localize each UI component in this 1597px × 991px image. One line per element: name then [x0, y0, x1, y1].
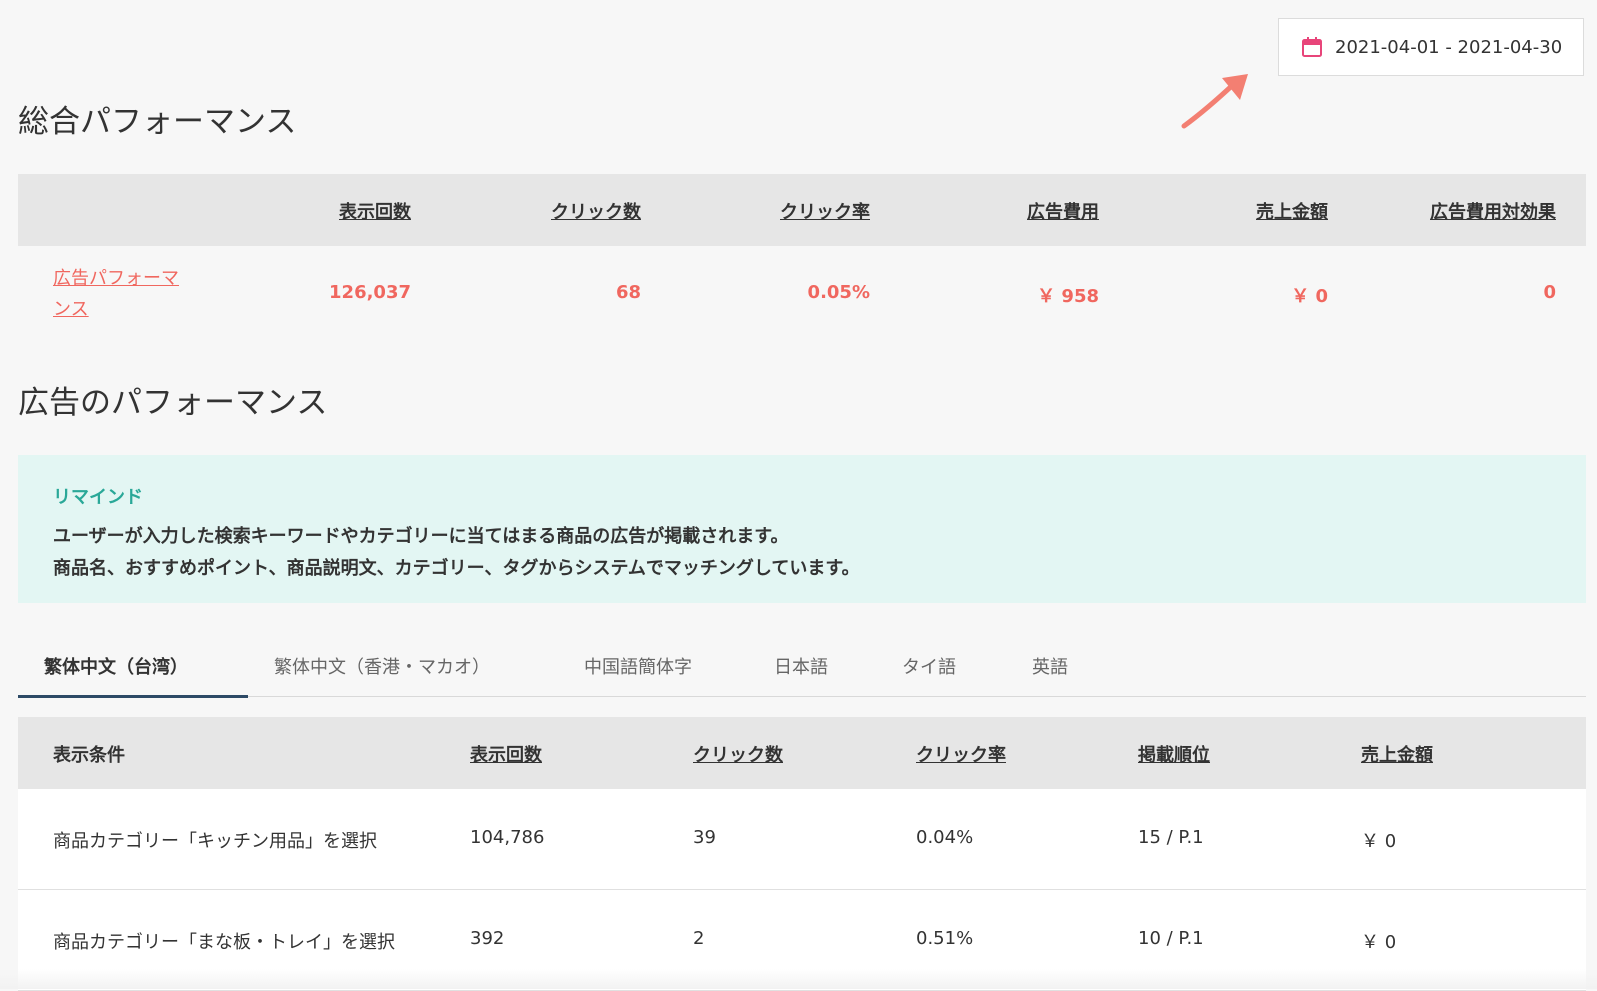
- header-ad-cost[interactable]: 広告費用: [1027, 198, 1099, 224]
- table-row: 商品カテゴリー「キッチン用品」を選択 104,786 39 0.04% 15 /…: [18, 789, 1586, 890]
- cell-sales: ￥ 0: [1361, 831, 1397, 852]
- header-impressions[interactable]: 表示回数: [339, 198, 411, 224]
- header-position[interactable]: 掲載順位: [1138, 741, 1210, 767]
- cell-condition: 商品カテゴリー「キッチン用品」を選択: [53, 831, 377, 852]
- tab-simplified-chinese[interactable]: 中国語簡体字: [584, 653, 692, 679]
- ad-performance-link[interactable]: 広告パフォーマンス: [53, 263, 193, 325]
- header-sales[interactable]: 売上金額: [1361, 741, 1433, 767]
- cell-clicks: 39: [693, 827, 716, 848]
- header-ctr[interactable]: クリック率: [780, 198, 870, 224]
- remind-text-line-1: ユーザーが入力した検索キーワードやカテゴリーに当てはまる商品の広告が掲載されます…: [53, 526, 789, 547]
- tab-traditional-chinese-hk-macau[interactable]: 繁体中文（香港・マカオ）: [274, 653, 490, 679]
- value-clicks: 68: [615, 282, 641, 303]
- calendar-icon: [1302, 37, 1322, 57]
- header-clicks[interactable]: クリック数: [693, 741, 783, 767]
- value-roas: 0: [1543, 282, 1556, 303]
- cell-condition: 商品カテゴリー「まな板・トレイ」を選択: [53, 932, 395, 953]
- cell-impressions: 104,786: [470, 827, 545, 848]
- table-header: 表示条件 表示回数 クリック数 クリック率 掲載順位 売上金額: [18, 717, 1586, 789]
- cell-ctr: 0.04%: [916, 827, 974, 848]
- header-roas[interactable]: 広告費用対効果: [1430, 198, 1556, 224]
- value-ad-cost: ￥ 958: [1037, 286, 1099, 307]
- header-clicks[interactable]: クリック数: [551, 198, 641, 224]
- tab-english[interactable]: 英語: [1032, 653, 1068, 679]
- ad-performance-table: 表示条件 表示回数 クリック数 クリック率 掲載順位 売上金額 商品カテゴリー「…: [18, 717, 1586, 991]
- date-range-text: 2021-04-01 - 2021-04-30: [1335, 36, 1563, 58]
- cell-position: 15 / P.1: [1138, 827, 1204, 848]
- active-tab-indicator: [18, 695, 248, 698]
- tab-traditional-chinese-taiwan[interactable]: 繁体中文（台湾）: [44, 653, 188, 679]
- language-tabs: 繁体中文（台湾） 繁体中文（香港・マカオ） 中国語簡体字 日本語 タイ語 英語: [18, 643, 1586, 698]
- bottom-fade: [0, 969, 1597, 989]
- overall-performance-title: 総合パフォーマンス: [18, 104, 297, 140]
- cell-ctr: 0.51%: [916, 928, 974, 949]
- remind-box: リマインド ユーザーが入力した検索キーワードやカテゴリーに当てはまる商品の広告が…: [18, 455, 1586, 603]
- cell-clicks: 2: [693, 928, 705, 949]
- remind-title: リマインド: [53, 487, 143, 508]
- cell-sales: ￥ 0: [1361, 932, 1397, 953]
- arrow-annotation-icon: [1181, 74, 1248, 129]
- tab-japanese[interactable]: 日本語: [774, 653, 828, 679]
- value-ctr: 0.05%: [807, 282, 870, 303]
- cell-impressions: 392: [470, 928, 505, 949]
- cell-position: 10 / P.1: [1138, 928, 1204, 949]
- header-sales[interactable]: 売上金額: [1256, 198, 1328, 224]
- table-header: 表示回数 クリック数 クリック率 広告費用 売上金額 広告費用対効果: [18, 174, 1586, 246]
- overall-performance-table: 表示回数 クリック数 クリック率 広告費用 売上金額 広告費用対効果 広告パフォ…: [18, 174, 1586, 342]
- date-range-picker[interactable]: 2021-04-01 - 2021-04-30: [1278, 18, 1584, 76]
- header-display-condition: 表示条件: [53, 745, 125, 766]
- value-sales: ￥ 0: [1291, 286, 1328, 307]
- header-impressions[interactable]: 表示回数: [470, 741, 542, 767]
- remind-text-line-2: 商品名、おすすめポイント、商品説明文、カテゴリー、タグからシステムでマッチングし…: [53, 558, 860, 579]
- value-impressions: 126,037: [329, 282, 411, 303]
- header-ctr[interactable]: クリック率: [916, 741, 1006, 767]
- ad-performance-title: 広告のパフォーマンス: [18, 385, 328, 421]
- table-row: 広告パフォーマンス 126,037 68 0.05% ￥ 958 ￥ 0 0: [18, 246, 1586, 342]
- tab-thai[interactable]: タイ語: [902, 653, 956, 679]
